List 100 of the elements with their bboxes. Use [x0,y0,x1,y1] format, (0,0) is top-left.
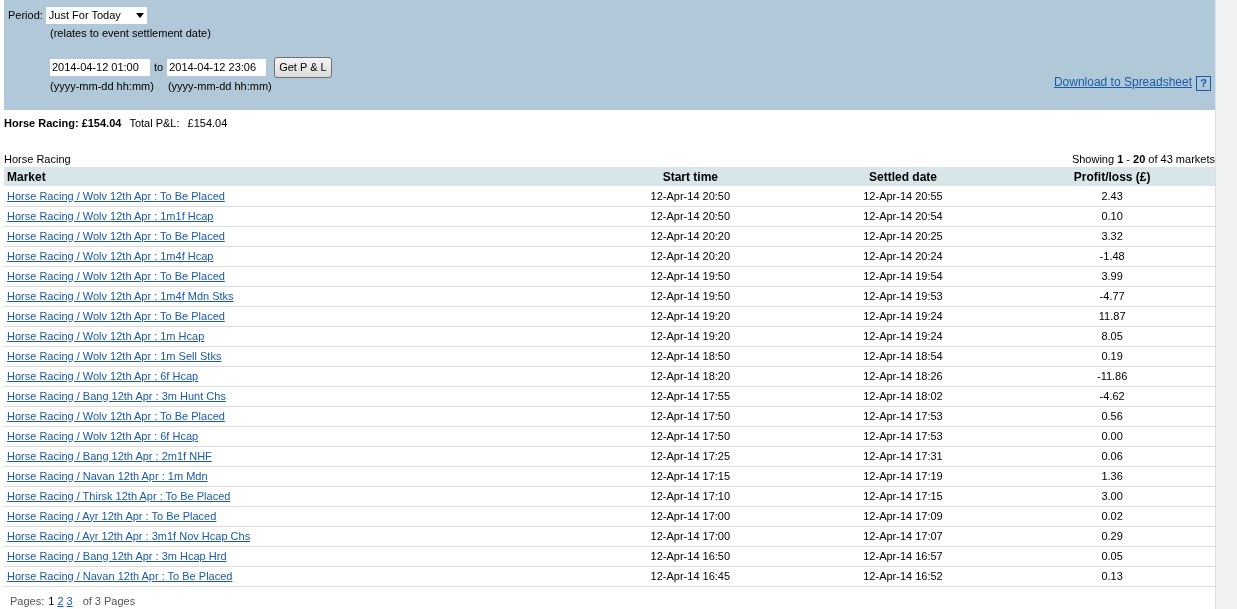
table-cell: 0.10 [1009,206,1215,226]
table-cell: 0.56 [1009,406,1215,426]
table-cell: 12-Apr-14 17:53 [796,406,1010,426]
total-pl-value: £154.04 [187,116,228,131]
table-cell: 0.06 [1009,446,1215,466]
table-cell: 12-Apr-14 20:55 [796,186,1010,206]
table-cell: 12-Apr-14 18:50 [584,346,797,366]
market-link[interactable]: Horse Racing / Ayr 12th Apr : 3m1f Nov Hcap Chs [7,529,251,542]
table-cell: 12-Apr-14 17:50 [584,406,797,426]
table-cell: 12-Apr-14 16:52 [796,566,1010,586]
pages-total: of 3 Pages [82,593,136,609]
table-cell: 12-Apr-14 20:50 [584,186,797,206]
table-cell: -4.62 [1009,386,1215,406]
table-cell: 2.43 [1009,186,1215,206]
market-link[interactable]: Horse Racing / Bang 12th Apr : 2m1f NHF [7,449,212,462]
market-link[interactable]: Horse Racing / Bang 12th Apr : 3m Hunt Chs [7,389,226,402]
market-link[interactable]: Horse Racing / Wolv 12th Apr : 6f Hcap [7,369,199,382]
market-link[interactable]: Horse Racing / Wolv 12th Apr : 1m1f Hcap [7,209,214,222]
table-cell: 12-Apr-14 18:20 [584,366,797,386]
table-cell: 12-Apr-14 18:02 [796,386,1010,406]
column-header: Profit/loss (£) [1009,167,1215,186]
from-date-field[interactable]: 2014-04-12 01:00 [50,58,150,76]
table-cell: 11.87 [1009,306,1215,326]
table-cell: -11.86 [1009,366,1215,386]
market-link[interactable]: Horse Racing / Wolv 12th Apr : 1m4f Hcap [7,249,214,262]
table-cell: 12-Apr-14 16:50 [584,546,797,566]
table-cell: 0.13 [1009,566,1215,586]
table-cell: 12-Apr-14 19:53 [796,286,1010,306]
table-cell: 12-Apr-14 20:50 [584,206,797,226]
to-label: to [154,59,164,75]
page-link[interactable]: 3 [66,592,73,609]
table-cell: -4.77 [1009,286,1215,306]
table-cell: 12-Apr-14 19:24 [796,306,1010,326]
table-cell: 12-Apr-14 17:15 [584,466,797,486]
market-link[interactable]: Horse Racing / Wolv 12th Apr : To Be Placed [7,229,225,242]
table-cell: 12-Apr-14 20:25 [796,226,1010,246]
table-cell: 12-Apr-14 19:20 [584,306,797,326]
table-cell: 12-Apr-14 20:54 [796,206,1010,226]
period-dropdown[interactable]: Just For Today [45,7,147,24]
market-link[interactable]: Horse Racing / Wolv 12th Apr : To Be Placed [7,189,225,202]
table-cell: -1.48 [1009,246,1215,266]
table-cell: 12-Apr-14 19:54 [796,266,1010,286]
table-cell: 12-Apr-14 19:20 [584,326,797,346]
market-link[interactable]: Horse Racing / Wolv 12th Apr : To Be Placed [7,269,225,282]
market-link[interactable]: Horse Racing / Navan 12th Apr : To Be Placed [7,569,233,582]
table-cell: 12-Apr-14 20:24 [796,246,1010,266]
help-button[interactable]: ? [1196,76,1211,91]
table-cell: 12-Apr-14 17:31 [796,446,1010,466]
market-link[interactable]: Horse Racing / Wolv 12th Apr : 1m4f Mdn Stks [7,289,234,302]
table-cell: 12-Apr-14 17:53 [796,426,1010,446]
table-cell: 8.05 [1009,326,1215,346]
page-link[interactable]: 1 [48,592,55,609]
table-cell: 12-Apr-14 19:24 [796,326,1010,346]
table-cell: 12-Apr-14 17:25 [584,446,797,466]
market-link[interactable]: Horse Racing / Wolv 12th Apr : To Be Placed [7,409,225,422]
market-link[interactable]: Horse Racing / Wolv 12th Apr : 1m Hcap [7,329,205,342]
market-link[interactable]: Horse Racing / Wolv 12th Apr : 1m Sell Stks [7,349,222,362]
table-cell: 0.19 [1009,346,1215,366]
total-pl-label: Total P&L: [129,116,180,131]
column-header: Market [4,167,584,186]
table-cell: 12-Apr-14 18:26 [796,366,1010,386]
period-note: (relates to event settlement date) [50,26,212,41]
date-format-hint: (yyyy-mm-dd hh:mm) [50,78,154,94]
date-format-hint: (yyyy-mm-dd hh:mm) [167,78,272,94]
table-cell: 12-Apr-14 19:50 [584,266,797,286]
pages-label: Pages: [10,593,45,609]
table-cell: 3.00 [1009,486,1215,506]
page-link[interactable]: 2 [57,592,64,609]
market-link[interactable]: Horse Racing / Bang 12th Apr : 3m Hcap Hrd [7,549,227,562]
market-link[interactable]: Horse Racing / Navan 12th Apr : 1m Mdn [7,469,208,482]
table-cell: 12-Apr-14 17:50 [584,426,797,446]
table-cell: 3.32 [1009,226,1215,246]
showing-count: Showing 1 - 20 of 43 markets [1071,151,1215,167]
table-caption: Horse Racing [4,151,71,167]
table-cell: 12-Apr-14 17:10 [584,486,797,506]
table-cell: 3.99 [1009,266,1215,286]
table-cell: 12-Apr-14 16:57 [796,546,1010,566]
table-cell: 12-Apr-14 20:20 [584,246,797,266]
table-cell: 12-Apr-14 17:00 [584,526,797,546]
period-label: Period: [8,8,43,24]
table-cell: 0.29 [1009,526,1215,546]
column-header: Settled date [796,167,1010,186]
download-spreadsheet-link[interactable]: Download to Spreadsheet [1053,73,1192,91]
table-cell: 12-Apr-14 17:15 [796,486,1010,506]
market-link[interactable]: Horse Racing / Wolv 12th Apr : 6f Hcap [7,429,199,442]
table-cell: 12-Apr-14 17:07 [796,526,1010,546]
table-cell: 12-Apr-14 19:50 [584,286,797,306]
get-pl-button[interactable]: Get P & L [274,56,332,78]
market-link[interactable]: Horse Racing / Ayr 12th Apr : To Be Placed [7,509,217,522]
market-link[interactable]: Horse Racing / Wolv 12th Apr : To Be Placed [7,309,225,322]
table-cell: 12-Apr-14 17:09 [796,506,1010,526]
table-cell: 12-Apr-14 20:20 [584,226,797,246]
table-cell: 12-Apr-14 16:45 [584,566,797,586]
to-date-field[interactable]: 2014-04-12 23:06 [167,58,267,76]
column-header: Start time [584,167,797,186]
table-cell: 0.05 [1009,546,1215,566]
market-link[interactable]: Horse Racing / Thirsk 12th Apr : To Be Placed [7,489,231,502]
table-cell: 12-Apr-14 18:54 [796,346,1010,366]
table-cell: 12-Apr-14 17:55 [584,386,797,406]
table-cell: 1.36 [1009,466,1215,486]
